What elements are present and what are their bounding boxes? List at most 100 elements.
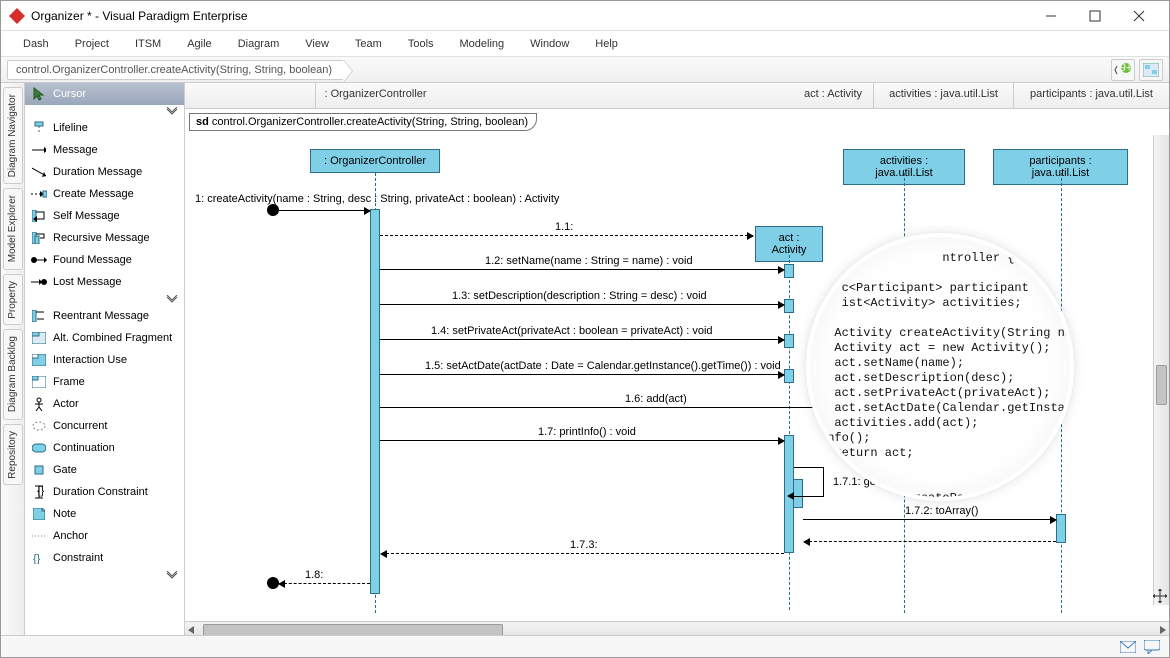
palette-message[interactable]: Message [25, 139, 184, 161]
palette-interaction-use[interactable]: Interaction Use [25, 349, 184, 371]
toolbar-open-diagram-button[interactable] [1139, 59, 1163, 81]
palette-constraint[interactable]: {}Constraint [25, 547, 184, 569]
arrow-m17[interactable] [380, 440, 784, 441]
palette-cursor[interactable]: Cursor [25, 83, 184, 105]
lifeline-header-participants[interactable]: participants : java.util.List [1013, 83, 1169, 108]
arrow-m1[interactable] [279, 210, 370, 211]
horizontal-scroll-thumb[interactable] [203, 624, 503, 636]
chevron-down-icon[interactable] [166, 571, 178, 579]
exec-act-1[interactable] [784, 264, 794, 278]
scroll-right-icon[interactable] [1155, 624, 1169, 636]
speech-bubble-icon[interactable] [1143, 639, 1161, 655]
continuation-icon [31, 440, 47, 456]
menu-project[interactable]: Project [75, 38, 109, 50]
svg-text:9+: 9+ [1120, 63, 1132, 74]
exec-act-4[interactable] [784, 369, 794, 383]
sd-frame-label[interactable]: sd control.OrganizerController.createAct… [189, 113, 537, 131]
palette-alt-combined-fragment[interactable]: Alt. Combined Fragment [25, 327, 184, 349]
mail-icon[interactable] [1119, 639, 1137, 655]
tool-palette: Cursor Lifeline Message Duration Message… [25, 83, 185, 637]
combined-fragment-icon [31, 330, 47, 346]
palette-duration-message[interactable]: Duration Message [25, 161, 184, 183]
menu-modeling[interactable]: Modeling [460, 38, 505, 50]
label-m13: 1.3: setDescription(description : String… [452, 290, 707, 302]
palette-gate[interactable]: Gate [25, 459, 184, 481]
gate-icon [31, 462, 47, 478]
minimize-button[interactable] [1029, 2, 1073, 30]
actor-icon [31, 396, 47, 412]
palette-continuation[interactable]: Continuation [25, 437, 184, 459]
chevron-down-icon[interactable] [166, 107, 178, 115]
palette-note[interactable]: Note [25, 503, 184, 525]
lifeline-header-blank[interactable] [185, 83, 315, 108]
menu-tools[interactable]: Tools [408, 38, 434, 50]
side-tab-strip: Diagram Navigator Model Explorer Propert… [1, 83, 25, 637]
palette-self-message[interactable]: Self Message [25, 205, 184, 227]
side-tab-model-explorer[interactable]: Model Explorer [3, 188, 23, 269]
palette-recursive-message[interactable]: Recursive Message [25, 227, 184, 249]
menu-help[interactable]: Help [595, 38, 618, 50]
anchor-icon [31, 528, 47, 544]
menu-dash[interactable]: Dash [23, 38, 49, 50]
arrow-m15[interactable] [380, 374, 784, 375]
constraint-icon: {} [31, 550, 47, 566]
arrow-m172[interactable] [803, 519, 1056, 520]
palette-lifeline[interactable]: Lifeline [25, 117, 184, 139]
palette-reentrant-message[interactable]: Reentrant Message [25, 305, 184, 327]
exec-act-3[interactable] [784, 334, 794, 348]
found-message-origin [267, 204, 279, 216]
palette-concurrent[interactable]: Concurrent [25, 415, 184, 437]
scroll-left-icon[interactable] [185, 624, 199, 636]
vertical-scroll-thumb[interactable] [1156, 365, 1167, 405]
exec-controller[interactable] [370, 209, 380, 594]
palette-anchor[interactable]: Anchor [25, 525, 184, 547]
self-message-icon [31, 208, 47, 224]
maximize-button[interactable] [1073, 2, 1117, 30]
frame-icon [31, 374, 47, 390]
message-icon [31, 142, 47, 158]
diagram-canvas[interactable]: sd control.OrganizerController.createAct… [185, 109, 1169, 621]
menu-window[interactable]: Window [530, 38, 569, 50]
arrow-m172-return[interactable] [804, 541, 1056, 542]
arrow-m18[interactable] [279, 583, 370, 584]
palette-duration-constraint[interactable]: {}Duration Constraint [25, 481, 184, 503]
palette-actor[interactable]: Actor [25, 393, 184, 415]
side-tab-repository[interactable]: Repository [3, 424, 23, 486]
exec-act-2[interactable] [784, 299, 794, 313]
toolbar-share-button[interactable]: 9+ [1111, 59, 1135, 81]
lifeline-controller[interactable]: : OrganizerController [310, 149, 440, 173]
code-zoom-lens: ntroller { c<Participant> participant is… [810, 237, 1070, 497]
side-tab-property[interactable]: Property [3, 274, 23, 326]
lifeline-header-controller[interactable]: : OrganizerController [315, 83, 435, 108]
breadcrumb[interactable]: control.OrganizerController.createActivi… [7, 60, 345, 80]
lifeline-header-act[interactable]: act : Activity [793, 83, 873, 108]
menu-view[interactable]: View [305, 38, 329, 50]
exec-participants[interactable] [1056, 514, 1066, 543]
arrow-m12[interactable] [380, 269, 784, 270]
arrow-m173[interactable] [381, 553, 784, 554]
vertical-scrollbar[interactable] [1153, 135, 1169, 605]
arrow-m14[interactable] [380, 339, 784, 340]
code-zoom-content: ntroller { c<Participant> participant is… [820, 251, 1060, 497]
chevron-down-icon[interactable] [166, 295, 178, 303]
concurrent-icon [31, 418, 47, 434]
lifeline-header-activities[interactable]: activities : java.util.List [873, 83, 1013, 108]
interaction-use-icon [31, 352, 47, 368]
palette-found-message[interactable]: Found Message [25, 249, 184, 271]
size-grip[interactable] [1153, 589, 1167, 603]
menu-agile[interactable]: Agile [187, 38, 211, 50]
side-tab-diagram-backlog[interactable]: Diagram Backlog [3, 329, 23, 419]
palette-lost-message[interactable]: Lost Message [25, 271, 184, 293]
menubar: Dash Project ITSM Agile Diagram View Tea… [1, 31, 1169, 57]
app-logo-icon [9, 8, 25, 24]
menu-diagram[interactable]: Diagram [238, 38, 280, 50]
close-button[interactable] [1117, 2, 1161, 30]
palette-create-message[interactable]: Create Message [25, 183, 184, 205]
menu-itsm[interactable]: ITSM [135, 38, 161, 50]
lost-message-icon [31, 274, 47, 290]
menu-team[interactable]: Team [355, 38, 382, 50]
side-tab-diagram-navigator[interactable]: Diagram Navigator [3, 87, 23, 184]
arrow-m13[interactable] [380, 304, 784, 305]
arrow-m11[interactable] [380, 235, 753, 236]
palette-frame[interactable]: Frame [25, 371, 184, 393]
